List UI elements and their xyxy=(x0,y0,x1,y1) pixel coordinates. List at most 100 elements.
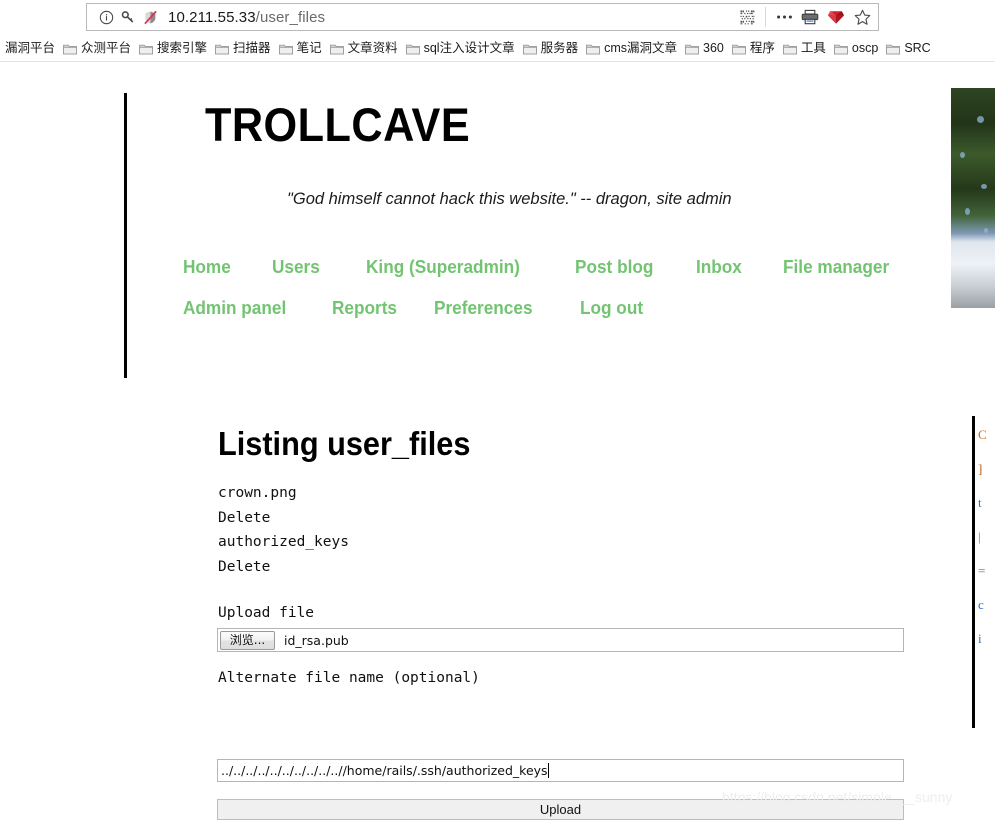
browse-button[interactable]: 浏览... xyxy=(220,630,275,650)
nav-link-file-manager[interactable]: File manager xyxy=(783,256,889,278)
browser-chrome: 10.211.55.33/user_files 漏洞平台 众测平台 搜索引擎 扫… xyxy=(0,0,995,66)
alternate-filename-value: ../../../../../../../../../..//home/rail… xyxy=(221,763,548,778)
bookmark-label: 服务器 xyxy=(540,41,579,56)
right-clipped-text-column: C] t | = c i xyxy=(978,418,995,718)
folder-icon xyxy=(329,43,348,55)
file-input[interactable]: 浏览... id_rsa.pub xyxy=(217,628,904,652)
right-divider-rule xyxy=(972,416,975,728)
file-name[interactable]: crown.png xyxy=(218,481,349,506)
key-icon[interactable] xyxy=(117,5,139,29)
urlbar-actions xyxy=(734,4,878,30)
bookmark-item[interactable]: 扫描器 xyxy=(212,38,276,60)
nav-link-home[interactable]: Home xyxy=(183,256,231,278)
clipped-text-line: = xyxy=(978,563,986,578)
folder-icon xyxy=(139,43,157,55)
delete-link[interactable]: Delete xyxy=(218,555,349,580)
bookmark-label: oscp xyxy=(851,41,879,56)
folder-icon xyxy=(886,43,904,55)
bookmark-item[interactable]: 程序 xyxy=(729,38,780,60)
nav-link-post-blog[interactable]: Post blog xyxy=(575,256,653,278)
nav-link-reports[interactable]: Reports xyxy=(332,297,397,319)
folder-icon xyxy=(833,43,852,55)
folder-icon xyxy=(782,43,801,55)
site-tagline: "God himself cannot hack this website." … xyxy=(287,190,732,208)
address-bar[interactable]: 10.211.55.33/user_files xyxy=(86,3,879,31)
page-content: C] t | = c i TROLLCAVE "God himself cannot ha… xyxy=(0,66,995,820)
clipped-text-line: C xyxy=(978,427,987,442)
url-host: 10.211.55.33 xyxy=(168,8,256,26)
bookmark-item[interactable]: sql注入设计文章 xyxy=(403,38,520,60)
file-name[interactable]: authorized_keys xyxy=(218,530,349,555)
bookmark-item[interactable]: 文章资料 xyxy=(327,38,403,60)
nav-link-inbox[interactable]: Inbox xyxy=(696,256,742,278)
text-caret xyxy=(547,763,549,778)
bookmark-item[interactable]: 漏洞平台 xyxy=(2,38,60,60)
clipped-text-line: c xyxy=(978,597,984,612)
bookmark-label: 程序 xyxy=(749,41,775,56)
bookmark-star-icon[interactable] xyxy=(849,5,875,29)
folder-icon xyxy=(522,43,541,55)
nav-link-log-out[interactable]: Log out xyxy=(580,297,643,319)
alternate-filename-input[interactable]: ../../../../../../../../../..//home/rail… xyxy=(217,759,904,782)
urlbar-row: 10.211.55.33/user_files xyxy=(0,0,995,34)
bookmark-label: SRC xyxy=(904,41,931,56)
url-text[interactable]: 10.211.55.33/user_files xyxy=(168,9,734,26)
nav-row: Home Users King (Superadmin) Post blog Inbox… xyxy=(183,256,943,297)
bookmark-item[interactable]: cms漏洞文章 xyxy=(583,38,682,60)
delete-link[interactable]: Delete xyxy=(218,506,349,531)
user-file-list: crown.png Delete authorized_keys Delete xyxy=(218,481,349,579)
bookmark-label: 文章资料 xyxy=(347,41,398,56)
bookmark-item[interactable]: SRC xyxy=(883,38,935,60)
nav-link-king-superadmin[interactable]: King (Superadmin) xyxy=(366,256,520,278)
left-divider-rule xyxy=(124,93,127,378)
side-photo-image xyxy=(951,88,995,308)
nav-row: Admin panel Reports Preferences Log out xyxy=(183,297,943,338)
nav-link-preferences[interactable]: Preferences xyxy=(434,297,533,319)
bookmark-label: 搜索引擎 xyxy=(157,41,208,56)
bookmark-label: sql注入设计文章 xyxy=(423,41,515,56)
folder-icon xyxy=(731,43,750,55)
reader-printer-icon[interactable] xyxy=(797,5,823,29)
clipped-text-line: ] xyxy=(978,461,983,476)
bookmark-item[interactable]: 搜索引擎 xyxy=(136,38,212,60)
bookmark-item[interactable]: 众测平台 xyxy=(60,38,136,60)
nav-link-users[interactable]: Users xyxy=(272,256,320,278)
qr-code-icon[interactable] xyxy=(734,5,760,29)
url-path: /user_files xyxy=(255,8,326,26)
bookmark-label: 工具 xyxy=(800,41,826,56)
folder-icon xyxy=(405,43,424,55)
ruby-gem-icon[interactable] xyxy=(823,5,849,29)
folder-icon xyxy=(685,43,703,55)
site-title: TROLLCAVE xyxy=(205,98,471,151)
bookmark-item[interactable]: 360 xyxy=(682,38,729,60)
folder-icon xyxy=(278,43,297,55)
urlbar-divider xyxy=(765,7,766,27)
folder-icon xyxy=(63,43,81,55)
bookmark-label: 扫描器 xyxy=(233,41,271,56)
alternate-filename-label: Alternate file name (optional) xyxy=(218,670,480,686)
info-circle-icon[interactable] xyxy=(95,5,117,29)
selected-file-name: id_rsa.pub xyxy=(284,632,349,648)
bookmark-label: 笔记 xyxy=(296,41,322,56)
folder-icon xyxy=(586,43,604,55)
bookmark-label: 漏洞平台 xyxy=(5,41,56,56)
bookmark-item[interactable]: 笔记 xyxy=(276,38,327,60)
bookmark-item[interactable]: 服务器 xyxy=(520,38,584,60)
page-title: Listing user_files xyxy=(218,425,471,463)
overflow-menu-icon[interactable] xyxy=(771,5,797,29)
clipped-text-line: i xyxy=(978,631,982,646)
bookmarks-bar: 漏洞平台 众测平台 搜索引擎 扫描器 笔记 文章资料 sql注入设计文章 服务器 cms漏洞文章… xyxy=(0,36,995,62)
site-nav: Home Users King (Superadmin) Post blog Inbox… xyxy=(183,256,943,338)
bookmark-item[interactable]: 工具 xyxy=(780,38,831,60)
bookmark-item[interactable]: oscp xyxy=(831,38,883,60)
clipped-text-line: t xyxy=(978,495,982,510)
bookmark-label: 360 xyxy=(703,41,724,56)
bookmark-label: cms漏洞文章 xyxy=(604,41,678,56)
shield-crossed-icon[interactable] xyxy=(139,5,161,29)
upload-file-label: Upload file xyxy=(218,605,315,621)
bookmark-label: 众测平台 xyxy=(81,41,132,56)
nav-link-admin-panel[interactable]: Admin panel xyxy=(183,297,286,319)
watermark-text: https://blog.csdn.net/simple___sunny xyxy=(722,789,953,805)
clipped-text-line: | xyxy=(978,529,981,544)
folder-icon xyxy=(215,43,233,55)
